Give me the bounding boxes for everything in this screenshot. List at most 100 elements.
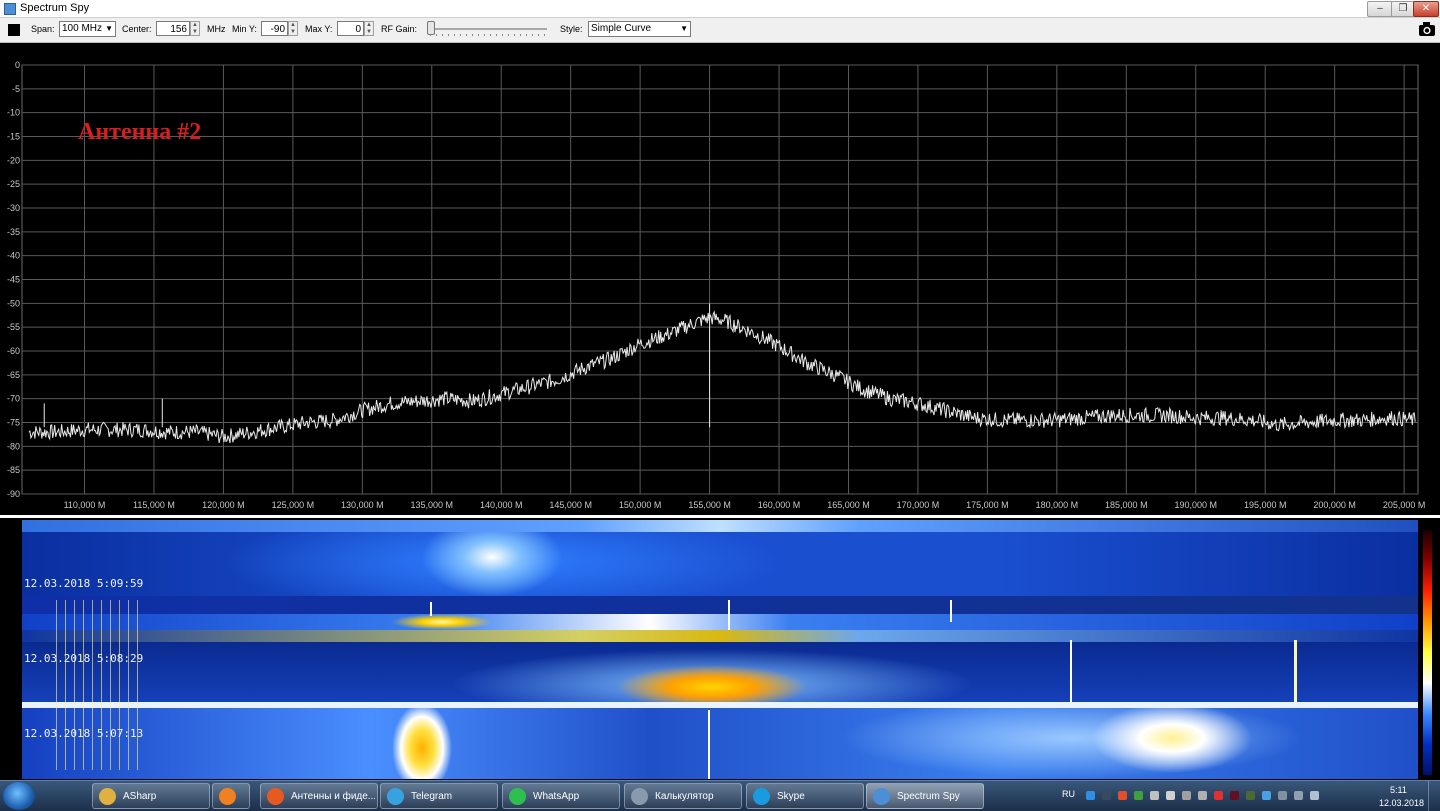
taskbar-app-label: ASharp xyxy=(123,791,157,802)
waterfall-signal xyxy=(1070,640,1072,702)
maxy-spinner[interactable]: ▲ ▼ xyxy=(364,21,374,36)
usb-tray-icon[interactable] xyxy=(1150,791,1159,800)
taskbar-app-folder[interactable]: ASharp xyxy=(92,783,210,809)
taskbar-app-skype[interactable]: Skype xyxy=(746,783,864,809)
title-bar: Spectrum Spy – ❐ ✕ xyxy=(0,0,1440,18)
chrome-tray-icon[interactable] xyxy=(1118,791,1127,800)
y-tick-label: 0 xyxy=(15,60,20,70)
waterfall-band xyxy=(22,596,1418,616)
x-tick-label: 145,000 M xyxy=(549,500,592,510)
clock-date[interactable]: 12.03.2018 xyxy=(1379,798,1424,808)
x-tick-label: 110,000 M xyxy=(64,500,106,510)
y-tick-label: -85 xyxy=(7,465,20,475)
x-tick-label: 185,000 M xyxy=(1105,500,1148,510)
flag-tray-icon[interactable] xyxy=(1278,791,1287,800)
x-tick-label: 140,000 M xyxy=(480,500,523,510)
span-dropdown[interactable]: 100 MHz ▼ xyxy=(59,21,116,37)
waterfall-color-scale xyxy=(1423,530,1432,775)
cpu-temp-tray-icon[interactable] xyxy=(1214,791,1223,800)
disk-temp-tray-icon[interactable] xyxy=(1246,791,1255,800)
taskbar-app-media[interactable] xyxy=(212,783,250,809)
restore-button[interactable]: ❐ xyxy=(1391,1,1415,17)
tools-tray-icon[interactable] xyxy=(1182,791,1191,800)
waterfall-signal xyxy=(1294,640,1297,702)
center-spinner[interactable]: ▲ ▼ xyxy=(190,21,200,36)
rfgain-slider-thumb[interactable] xyxy=(427,21,435,35)
network-signal-tray-icon[interactable] xyxy=(1310,791,1319,800)
y-tick-label: -90 xyxy=(7,489,20,499)
minimize-button[interactable]: – xyxy=(1367,1,1393,17)
spectrum-spy-icon xyxy=(873,788,890,805)
taskbar-app-telegram[interactable]: Telegram xyxy=(380,783,498,809)
y-tick-label: -30 xyxy=(7,203,20,213)
y-tick-label: -20 xyxy=(7,155,20,165)
span-label: Span: xyxy=(31,24,55,34)
rfgain-slider-track[interactable] xyxy=(427,28,547,30)
internet-explorer-icon[interactable] xyxy=(54,784,78,808)
spectrum-chart[interactable]: 0 -5 -10 -15 -20 -25 -30 -35 -40 -45 -50 -55 -60 -65 -… xyxy=(0,43,1440,515)
x-tick-label: 175,000 M xyxy=(966,500,1009,510)
panel-divider[interactable] xyxy=(0,515,1440,518)
waterfall-display: 12.03.2018 5:09:59 12.03.2018 5:08:29 12… xyxy=(22,520,1418,779)
waterfall-band xyxy=(22,532,1418,596)
y-tick-label: -45 xyxy=(7,275,20,285)
steam-tray-icon[interactable] xyxy=(1102,791,1111,800)
waterfall-signal xyxy=(728,600,730,630)
maxy-label: Max Y: xyxy=(305,24,333,34)
camera-icon[interactable] xyxy=(1418,21,1436,37)
x-tick-label: 200,000 M xyxy=(1313,500,1356,510)
taskbar-app-label: Антенны и фиде... xyxy=(291,791,375,802)
show-desktop-button[interactable] xyxy=(1428,781,1440,811)
gpu-temp-tray-icon[interactable] xyxy=(1230,791,1239,800)
clock-time[interactable]: 5:11 xyxy=(1390,785,1407,795)
color-swatch[interactable] xyxy=(8,24,20,36)
x-tick-label: 150,000 M xyxy=(619,500,662,510)
miny-spinner[interactable]: ▲ ▼ xyxy=(288,21,298,36)
taskbar: ASharp Антенны и фиде... Telegram WhatsApp К… xyxy=(0,780,1440,811)
taskbar-app-calculator[interactable]: Калькулятор xyxy=(624,783,742,809)
speaker-tray-icon[interactable] xyxy=(1294,791,1303,800)
y-tick-label: -25 xyxy=(7,179,20,189)
x-tick-label: 155,000 M xyxy=(688,500,731,510)
chevron-down-icon: ▼ xyxy=(680,24,688,33)
x-tick-label: 135,000 M xyxy=(411,500,454,510)
toolbar: Span: 100 MHz ▼ Center: 156 ▲ ▼ MHz Min Y… xyxy=(0,18,1440,43)
network-tray-icon[interactable] xyxy=(1134,791,1143,800)
y-tick-label: -80 xyxy=(7,441,20,451)
telegram-icon xyxy=(387,788,404,805)
center-unit: MHz xyxy=(207,24,226,34)
style-value: Simple Curve xyxy=(591,23,652,34)
waterfall-band xyxy=(22,708,1418,779)
monitor-tray-icon[interactable] xyxy=(1166,791,1175,800)
x-tick-label: 190,000 M xyxy=(1174,500,1217,510)
language-indicator[interactable]: RU xyxy=(1062,789,1075,799)
miny-input[interactable]: -90 xyxy=(261,21,288,36)
waterfall-signal xyxy=(708,710,710,779)
y-tick-label: -5 xyxy=(12,84,20,94)
waterfall-timestamp: 12.03.2018 5:08:29 xyxy=(24,652,144,665)
taskbar-app-firefox[interactable]: Антенны и фиде... xyxy=(260,783,378,809)
waterfall-signal xyxy=(950,600,952,622)
taskbar-app-label: Калькулятор xyxy=(655,791,714,802)
center-input[interactable]: 156 xyxy=(156,21,190,36)
window-title: Spectrum Spy xyxy=(20,2,90,14)
x-tick-label: 180,000 M xyxy=(1036,500,1079,510)
taskbar-app-whatsapp[interactable]: WhatsApp xyxy=(502,783,620,809)
taskbar-app-spectrum-spy[interactable]: Spectrum Spy xyxy=(866,783,984,809)
telegram-tray-icon[interactable] xyxy=(1262,791,1271,800)
y-tick-label: -55 xyxy=(7,322,20,332)
y-tick-label: -10 xyxy=(7,108,20,118)
x-tick-label: 130,000 M xyxy=(341,500,384,510)
style-dropdown[interactable]: Simple Curve ▼ xyxy=(588,21,691,37)
x-tick-label: 170,000 M xyxy=(897,500,940,510)
waterfall-band xyxy=(22,614,1418,630)
rfgain-ticks xyxy=(430,34,547,36)
taskbar-app-label: Spectrum Spy xyxy=(897,791,960,802)
skype-tray-icon[interactable] xyxy=(1086,791,1095,800)
start-button[interactable] xyxy=(3,782,35,810)
close-button[interactable]: ✕ xyxy=(1413,1,1439,17)
firefox-icon xyxy=(267,788,284,805)
maxy-input[interactable]: 0 xyxy=(337,21,364,36)
waterfall-streaks xyxy=(52,600,142,770)
keyboard-tray-icon[interactable] xyxy=(1198,791,1207,800)
